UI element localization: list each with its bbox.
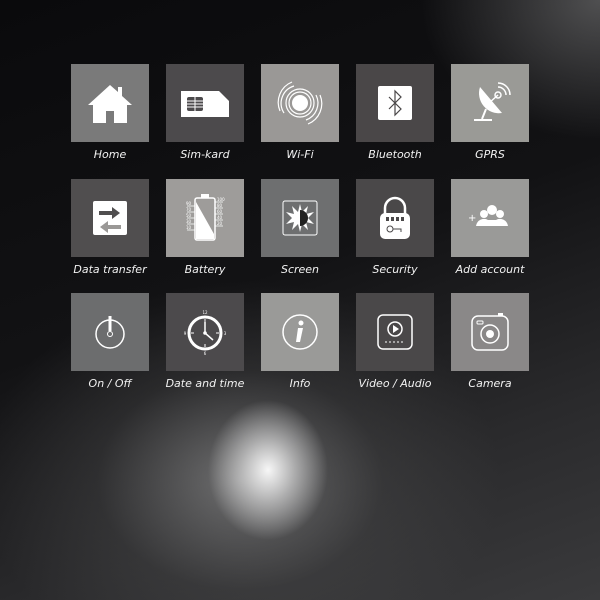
tile-label: Video / Audio [358,377,432,390]
media-player-icon [377,314,413,350]
tile-label: GPRS [475,148,505,161]
tile-sim-kard[interactable] [166,64,244,142]
svg-text:+: + [468,213,476,224]
camera-icon [471,313,509,351]
tile-label: Sim-kard [180,148,230,161]
svg-text:10: 10 [186,225,192,230]
tile-label: Wi-Fi [286,148,314,161]
home-icon [88,85,132,123]
tile-screen[interactable] [261,178,339,257]
svg-text:80: 80 [217,203,223,208]
lock-icon [380,196,410,239]
tile-label: Home [93,148,127,161]
svg-text:12: 12 [202,310,208,315]
tile-label: Battery [184,262,226,276]
tile-label: Camera [468,377,512,390]
tile-wi-fi[interactable] [261,64,339,142]
satellite-dish-icon [474,82,511,121]
tile-security[interactable] [356,178,434,257]
tile-on-off[interactable] [71,293,149,371]
tile-label: Security [372,262,418,276]
data-transfer-icon [93,200,127,235]
svg-text:20: 20 [217,221,223,226]
tile-bluetooth[interactable] [356,64,434,142]
power-icon [95,316,125,349]
wifi-icon [277,81,323,125]
svg-text:90: 90 [186,201,192,206]
sim-card-icon [181,91,229,117]
svg-text:100: 100 [217,197,225,202]
tile-label: Screen [280,262,320,276]
tile-video-audio[interactable] [356,293,434,371]
svg-text:9: 9 [184,331,187,336]
svg-text:50: 50 [186,213,192,218]
tile-battery[interactable]: 90 70 50 30 10 100 80 60 40 20 [166,178,244,257]
tile-label: On / Off [88,377,132,390]
tile-label: Add account [455,262,525,276]
tile-info[interactable] [261,293,339,371]
svg-text:3: 3 [224,331,227,336]
tile-add-account[interactable]: + [451,178,529,257]
tile-gprs[interactable] [451,64,529,142]
add-account-icon: + [468,204,508,226]
info-icon [282,314,318,350]
tile-date-and-time[interactable]: 12 3 6 9 [166,293,244,371]
tile-label: Bluetooth [368,148,422,161]
tile-label: Date and time [165,377,245,390]
svg-text:40: 40 [217,215,223,220]
bluetooth-icon [378,86,412,120]
tile-camera[interactable] [451,293,529,371]
tile-label: Info [289,377,311,390]
battery-icon: 9070503010 10080604020 [186,193,225,241]
tile-home[interactable] [71,64,149,142]
screen-brightness-icon [282,200,318,235]
svg-text:6: 6 [204,351,207,356]
clock-icon: 12 3 6 9 [184,310,227,356]
tile-data-transfer[interactable] [71,178,149,257]
svg-text:30: 30 [186,219,192,224]
svg-text:70: 70 [186,207,192,212]
tile-label: Data transfer [73,262,147,276]
svg-text:60: 60 [217,209,223,214]
